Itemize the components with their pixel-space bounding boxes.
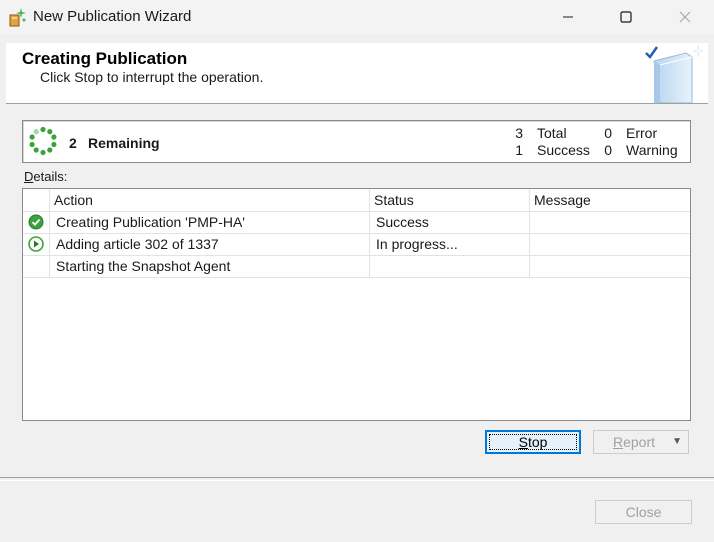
- error-count: 0: [604, 125, 612, 141]
- table-row[interactable]: Adding article 302 of 1337 In progress..…: [23, 233, 690, 256]
- details-grid[interactable]: Action Status Message Creating Publicati…: [22, 188, 691, 421]
- minimize-icon: [562, 11, 574, 23]
- details-label-accel: D: [24, 169, 34, 184]
- book-check-icon: [642, 43, 704, 104]
- wizard-sparkle-icon: [8, 7, 28, 27]
- stop-button[interactable]: Stop: [485, 430, 581, 454]
- table-row[interactable]: Starting the Snapshot Agent: [23, 255, 690, 278]
- column-header-status[interactable]: Status: [374, 189, 414, 211]
- report-label-accel: R: [612, 434, 624, 450]
- status-cell: Success: [376, 214, 429, 230]
- remaining-label: Remaining: [88, 135, 160, 151]
- page-title: Creating Publication: [22, 49, 188, 68]
- action-cell: Adding article 302 of 1337: [56, 236, 219, 252]
- footer-separator: [0, 477, 714, 481]
- action-cell: Starting the Snapshot Agent: [56, 258, 231, 274]
- remaining-count: 2: [69, 135, 77, 151]
- status-cell: In progress...: [376, 236, 458, 252]
- details-label: Details:: [24, 169, 67, 184]
- table-row[interactable]: Creating Publication 'PMP-HA' Success: [23, 211, 690, 234]
- grid-header: Action Status Message: [23, 189, 690, 212]
- column-header-message[interactable]: Message: [534, 189, 591, 211]
- in-progress-play-icon: [28, 236, 44, 252]
- action-cell: Creating Publication 'PMP-HA': [56, 214, 245, 230]
- report-button[interactable]: Report ▼: [593, 430, 689, 454]
- title-bar: New Publication Wizard: [0, 0, 714, 34]
- close-window-button[interactable]: [662, 0, 708, 34]
- report-label-rest: eport: [623, 434, 656, 450]
- success-check-icon: [28, 214, 44, 230]
- page-subtitle: Click Stop to interrupt the operation.: [40, 69, 264, 85]
- window-title: New Publication Wizard: [33, 8, 192, 25]
- warning-label: Warning: [626, 142, 678, 158]
- close-button[interactable]: Close: [595, 500, 692, 524]
- error-label: Error: [626, 125, 658, 141]
- total-label: Total: [537, 125, 567, 141]
- details-label-rest: etails:: [33, 169, 68, 184]
- success-label: Success: [537, 142, 590, 158]
- report-label: Report: [594, 431, 674, 453]
- warning-count: 0: [604, 142, 612, 158]
- total-count: 3: [515, 125, 523, 141]
- maximize-button[interactable]: [603, 0, 649, 34]
- close-icon: [679, 11, 691, 23]
- focus-rect: [489, 434, 577, 450]
- column-header-action[interactable]: Action: [54, 189, 93, 211]
- progress-spinner-icon: [28, 126, 58, 156]
- success-count: 1: [515, 142, 523, 158]
- wizard-header: Creating Publication Click Stop to inter…: [6, 43, 708, 104]
- maximize-icon: [620, 11, 632, 23]
- progress-summary: 2 Remaining 3 Total 1 Success 0 Error 0 …: [22, 120, 691, 163]
- chevron-down-icon[interactable]: ▼: [672, 431, 682, 453]
- minimize-button[interactable]: [545, 0, 591, 34]
